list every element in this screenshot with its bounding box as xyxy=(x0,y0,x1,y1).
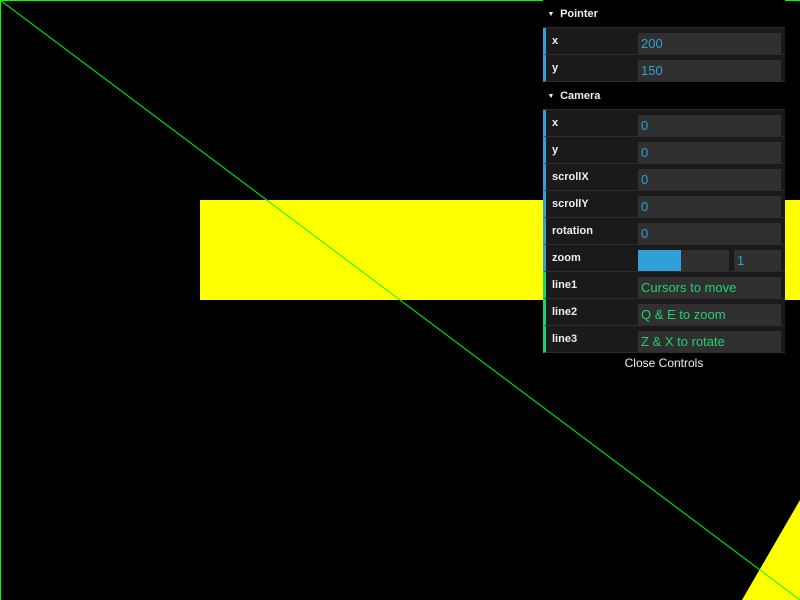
yellow-triangle xyxy=(742,500,800,600)
line1-input[interactable] xyxy=(638,277,781,298)
folder-pointer-title[interactable]: ▼ Pointer xyxy=(543,0,785,28)
controls-panel: ▼ Pointer x y ▼ Camera x y scrollX scrol… xyxy=(543,0,785,373)
camera-line1-label: line1 xyxy=(552,279,578,291)
line2-input[interactable] xyxy=(638,304,781,325)
pointer-y-row: y xyxy=(543,55,785,82)
caret-down-icon: ▼ xyxy=(547,93,555,100)
camera-line1-row: line1 xyxy=(543,272,785,299)
camera-rotation-label: rotation xyxy=(552,225,593,237)
camera-x-row: x xyxy=(543,110,785,137)
zoom-slider-fill xyxy=(638,250,681,271)
pointer-x-input[interactable] xyxy=(638,33,781,54)
camera-y-row: y xyxy=(543,137,785,164)
zoom-input[interactable] xyxy=(734,250,781,271)
camera-scrollx-label: scrollX xyxy=(552,171,589,183)
pointer-x-label: x xyxy=(552,35,559,47)
pointer-y-input[interactable] xyxy=(638,60,781,81)
camera-scrolly-row: scrollY xyxy=(543,191,785,218)
camera-x-input[interactable] xyxy=(638,115,781,136)
line3-input[interactable] xyxy=(638,331,781,352)
folder-camera-label: Camera xyxy=(560,90,601,102)
pointer-y-label: y xyxy=(552,62,559,74)
camera-line3-label: line3 xyxy=(552,333,578,345)
close-controls-button[interactable]: Close Controls xyxy=(543,353,785,373)
camera-scrolly-label: scrollY xyxy=(552,198,589,210)
folder-pointer-label: Pointer xyxy=(560,8,598,20)
camera-line3-row: line3 xyxy=(543,326,785,353)
camera-y-label: y xyxy=(552,144,559,156)
camera-line2-row: line2 xyxy=(543,299,785,326)
camera-rotation-input[interactable] xyxy=(638,223,781,244)
camera-zoom-row: zoom xyxy=(543,245,785,272)
camera-scrollx-input[interactable] xyxy=(638,169,781,190)
camera-y-input[interactable] xyxy=(638,142,781,163)
zoom-slider[interactable] xyxy=(638,250,729,271)
camera-rotation-row: rotation xyxy=(543,218,785,245)
folder-camera-title[interactable]: ▼ Camera xyxy=(543,82,785,110)
caret-down-icon: ▼ xyxy=(547,11,555,18)
camera-line2-label: line2 xyxy=(552,306,578,318)
pointer-x-row: x xyxy=(543,28,785,55)
camera-x-label: x xyxy=(552,117,559,129)
camera-scrolly-input[interactable] xyxy=(638,196,781,217)
camera-zoom-label: zoom xyxy=(552,252,581,264)
camera-scrollx-row: scrollX xyxy=(543,164,785,191)
